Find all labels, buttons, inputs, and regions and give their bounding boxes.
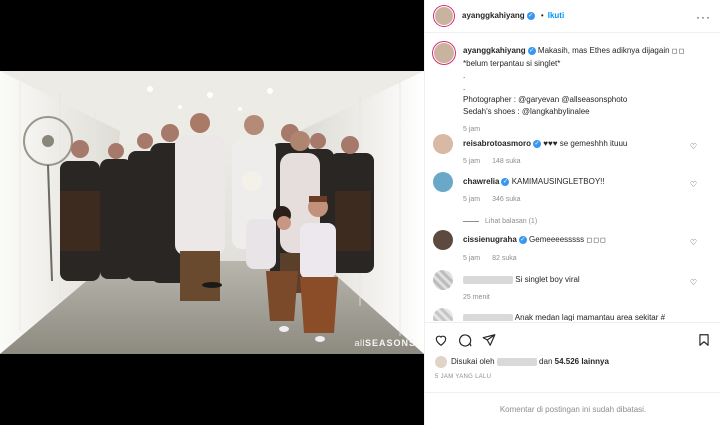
instagram-post: allSEASONS ayanggkahiyang ✓ • Ikuti ··· ay… (0, 0, 720, 425)
comment-text: Si singlet boy viral (515, 275, 580, 284)
verified-badge-icon: ✓ (533, 139, 542, 148)
likes-middle: dan (539, 357, 553, 367)
comment-body: cissienugraha ✓ Gemeeeesssss ◻◻◻ 5 jam 82 … (463, 234, 703, 265)
comment-bubble-icon[interactable] (458, 333, 472, 347)
caption-dot: . (463, 71, 466, 80)
comment-time[interactable]: 5 jam (463, 255, 480, 262)
verified-badge-icon: ✓ (518, 235, 527, 244)
comment-text: Gemeeeesssss (529, 235, 587, 244)
verified-badge-icon: ✓ (501, 177, 510, 186)
caption-text: Makasih, mas Ethes adiknya dijagain (537, 46, 672, 55)
more-options-icon[interactable]: ··· (696, 10, 711, 24)
comment-meta: 5 jam 148 suka (463, 156, 703, 168)
likes-summary: Disukai oleh dan 54.526 lainnya (435, 356, 609, 368)
caption-meta: 5 jam (463, 124, 703, 136)
like-comment-heart-icon[interactable]: ♡ (690, 180, 697, 189)
commenter-avatar[interactable] (433, 134, 453, 154)
liker-avatar[interactable] (435, 356, 447, 368)
emoji-icon: ◻◻◻ (586, 237, 607, 244)
caption-body: ayanggkahiyang ✓ Makasih, mas Ethes adikn… (463, 45, 703, 136)
bookmark-save-icon[interactable] (697, 333, 711, 347)
replies-line (463, 220, 479, 222)
caption-avatar[interactable] (433, 42, 455, 64)
like-comment-heart-icon[interactable]: ♡ (690, 142, 697, 151)
comments-list: ayanggkahiyang ✓ Makasih, mas Ethes adikn… (425, 34, 720, 321)
post-sidebar: ayanggkahiyang ✓ • Ikuti ··· ayanggkahiyan… (424, 0, 720, 425)
header-user: ayanggkahiyang ✓ • Ikuti (462, 11, 564, 20)
blurred-liker-name (496, 358, 537, 366)
emoji-icon: ◻◻ (671, 48, 686, 55)
comment-meta: 25 menit (463, 292, 703, 304)
verified-badge-icon: ✓ (527, 46, 536, 55)
comment-text: ♥♥♥ se gemeshhh ituuu (543, 139, 628, 148)
commenter-avatar[interactable] (433, 172, 453, 192)
action-bar (425, 322, 720, 358)
post-media: allSEASONS (0, 0, 424, 425)
comment-body: Si singlet boy viral 25 menit (463, 274, 703, 304)
comment-likes[interactable]: 346 suka (492, 196, 520, 203)
comment-likes[interactable]: 148 suka (492, 158, 520, 165)
comment-time[interactable]: 5 jam (463, 196, 480, 203)
post-header: ayanggkahiyang ✓ • Ikuti ··· (425, 0, 720, 33)
like-heart-icon[interactable] (434, 333, 448, 347)
author-avatar[interactable] (434, 6, 454, 26)
comment-text: KAMIMAUSINGLETBOY!! (511, 177, 605, 186)
share-send-icon[interactable] (482, 333, 496, 347)
caption-photographer[interactable]: Photographer : @garyevan @allseasonsphot… (463, 95, 627, 104)
comment-time[interactable]: 25 menit (463, 294, 490, 301)
follow-button[interactable]: Ikuti (548, 11, 564, 20)
comment-text: Anak medan lagi mamantau area sekitar # (514, 313, 666, 321)
like-comment-heart-icon[interactable]: ♡ (690, 238, 697, 247)
commenter-avatar[interactable] (433, 308, 453, 321)
separator: • (540, 11, 544, 20)
view-replies-label[interactable]: Lihat balasan (1) (485, 218, 537, 225)
comment-username[interactable]: cissienugraha (463, 235, 517, 244)
wedding-procession-photo (0, 71, 424, 354)
caption-shoes[interactable]: Sedah's shoes : @langkahbylinalee (463, 107, 590, 116)
comment-username[interactable]: chawrelia (463, 177, 499, 186)
comment-body: reisabrotoasmoro ✓ ♥♥♥ se gemeshhh ituuu … (463, 138, 703, 168)
verified-badge-icon: ✓ (526, 11, 535, 20)
comment-username[interactable]: reisabrotoasmoro (463, 139, 531, 148)
blurred-username (463, 275, 513, 284)
view-replies[interactable]: Lihat balasan (1) (463, 216, 703, 228)
post-photo[interactable]: allSEASONS (0, 71, 424, 354)
commenter-avatar[interactable] (433, 270, 453, 290)
caption-line2: *belum terpantau si singlet* (463, 59, 561, 68)
caption-dot: . (463, 83, 466, 92)
commenter-avatar[interactable] (433, 230, 453, 250)
post-date[interactable]: 5 JAM YANG LALU (435, 374, 491, 380)
comments-restricted-note: Komentar di postingan ini sudah dibatasi… (425, 392, 720, 425)
likes-count[interactable]: 54.526 lainnya (555, 357, 609, 366)
blurred-username (463, 313, 513, 321)
comment-body: Anak medan lagi mamantau area sekitar # (463, 312, 703, 321)
likes-prefix: Disukai oleh (451, 357, 495, 367)
caption-time[interactable]: 5 jam (463, 126, 480, 133)
comment-time[interactable]: 5 jam (463, 158, 480, 165)
comment-likes[interactable]: 82 suka (492, 255, 517, 262)
comment-meta: 5 jam 82 suka (463, 253, 703, 265)
author-username[interactable]: ayanggkahiyang (462, 11, 525, 20)
like-comment-heart-icon[interactable]: ♡ (690, 278, 697, 287)
caption-username[interactable]: ayanggkahiyang (463, 46, 526, 55)
comment-meta: 5 jam 346 suka (463, 194, 703, 206)
comment-body: chawrelia ✓ KAMIMAUSINGLETBOY!! 5 jam 346 … (463, 176, 703, 228)
photo-watermark: allSEASONS (354, 338, 416, 348)
